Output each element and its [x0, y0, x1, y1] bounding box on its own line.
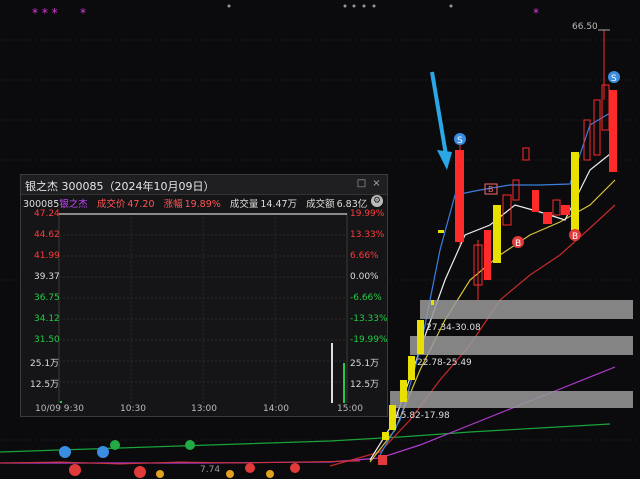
buy-signal-label-2: B [572, 232, 578, 242]
sell-signal-label: S [457, 136, 463, 146]
star-marks-right: * [533, 6, 539, 20]
bottom-price-label: 7.74 [200, 465, 220, 475]
time-tick: 10:30 [120, 404, 146, 414]
price-tick: 44.62 [34, 230, 60, 240]
price-tick: 41.99 [34, 251, 60, 261]
range-label-3: 15.82-17.98 [395, 411, 450, 421]
volume-tick: 12.5万 [350, 380, 380, 390]
white-dots [227, 4, 453, 8]
percent-tick: -19.99% [350, 335, 388, 345]
star-marks-mid: * [80, 6, 86, 20]
box-marker-label: B [488, 185, 494, 194]
time-tick: 14:00 [263, 404, 289, 414]
star-marks-left: * * * [32, 6, 58, 20]
percent-tick: 6.66% [350, 251, 379, 261]
time-tick: 13:00 [191, 404, 217, 414]
buy-box-marker [378, 455, 387, 465]
percent-tick: 0.00% [350, 272, 379, 282]
percent-tick: -13.33% [350, 314, 388, 324]
high-price-label: 66.50 [572, 22, 598, 32]
price-tick: 31.50 [34, 335, 60, 345]
time-tick: 15:00 [337, 404, 363, 414]
volume-tick: 25.1万 [30, 359, 60, 369]
sell-signal-label-2: S [611, 74, 617, 84]
time-tick: 10/09 9:30 [35, 404, 85, 414]
buy-signal-label: B [515, 239, 521, 249]
intraday-chart [58, 213, 348, 403]
volume-tick: 12.5万 [30, 380, 60, 390]
range-label-2: 22.78-25.49 [417, 358, 472, 368]
price-tick: 47.24 [34, 209, 60, 219]
percent-tick: 19.99% [350, 209, 385, 219]
percent-tick: -6.66% [350, 293, 382, 303]
range-label-1: 27.34-30.08 [426, 323, 481, 333]
price-tick: 34.12 [34, 314, 60, 324]
price-tick: 39.37 [34, 272, 60, 282]
range-bands [390, 300, 633, 408]
price-tick: 36.75 [34, 293, 60, 303]
volume-tick: 25.1万 [350, 359, 380, 369]
ma-green-line [0, 423, 611, 453]
intraday-popup[interactable]: 银之杰 300085（2024年10月09日） □ × 300085银之杰 成交… [20, 174, 388, 417]
percent-tick: 13.33% [350, 230, 385, 240]
